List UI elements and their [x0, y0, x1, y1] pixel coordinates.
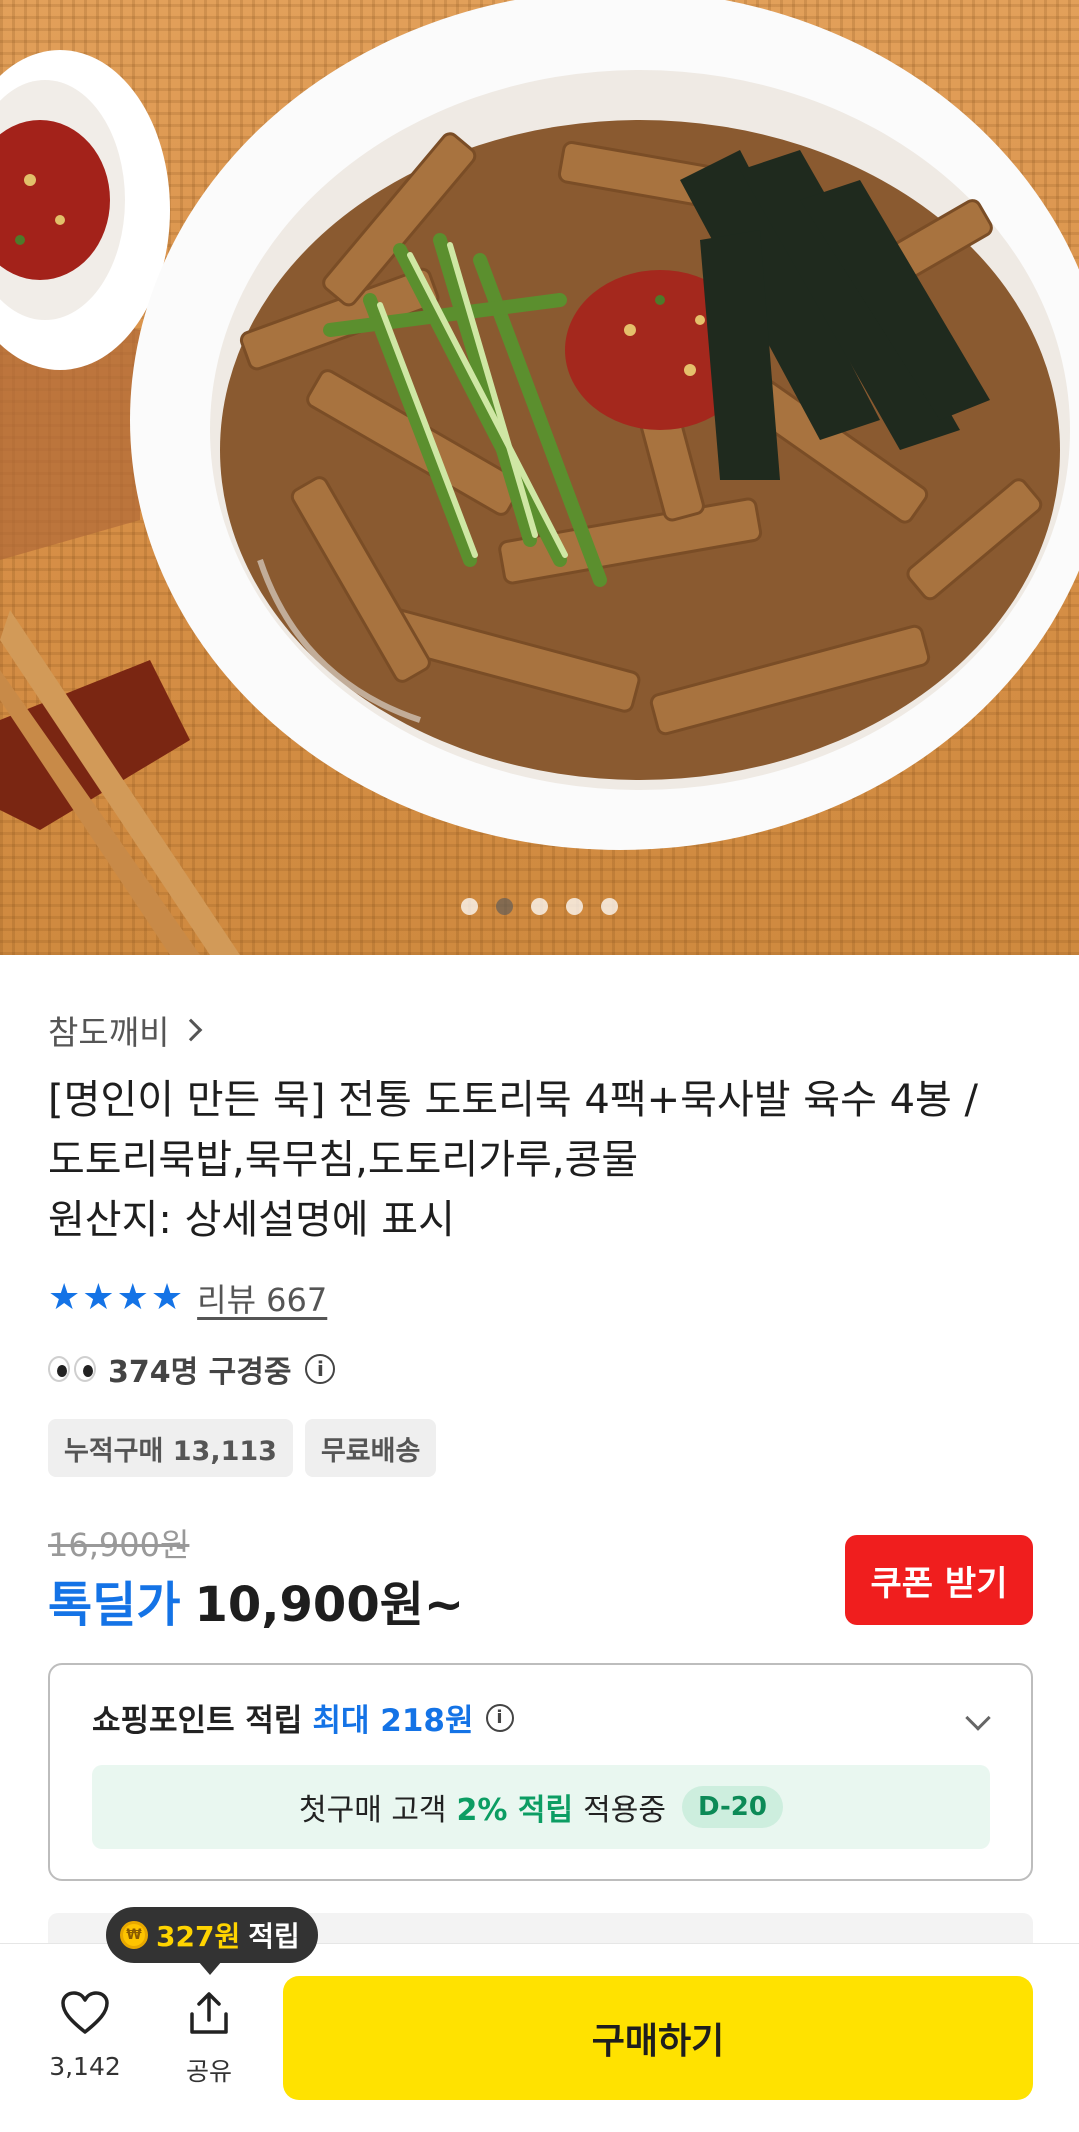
product-tags: 누적구매 13,113 무료배송 [48, 1419, 437, 1477]
tooltip-arrow [198, 1961, 222, 1975]
deal-label: 톡딜가 [48, 1577, 181, 1633]
chevron-right-icon [180, 1018, 203, 1042]
deal-price-row: 톡딜가 10,900원~ [48, 1565, 464, 1635]
product-title-line: [명인이 만든 묵] 전통 도토리묵 4팩+묵사발 육수 4봉 / [48, 1077, 979, 1123]
first-purchase-banner: 첫구매 고객 2% 적립 적용중 D-20 [92, 1765, 990, 1849]
eyes-icon [48, 1356, 96, 1382]
tag-cumulative-purchases: 누적구매 13,113 [48, 1419, 293, 1477]
carousel-dot[interactable] [601, 898, 618, 915]
viewer-count-label: 374명 구경중 [108, 1355, 292, 1390]
carousel-dot[interactable] [566, 898, 583, 915]
info-icon[interactable]: i [485, 1703, 514, 1732]
coupon-button[interactable]: 쿠폰 받기 [845, 1535, 1033, 1625]
carousel-indicator [0, 898, 1079, 915]
star-icon: ★ [116, 1277, 149, 1318]
tag-free-shipping: 무료배송 [304, 1419, 437, 1477]
product-title-line: 원산지: 상세설명에 표시 [48, 1197, 455, 1243]
reward-tooltip: ₩ 327원 적립 [106, 1907, 318, 1963]
banner-percent: 2% 적립 [456, 1793, 574, 1828]
share-icon [190, 1992, 228, 2034]
review-count-link[interactable]: 리뷰 667 [197, 1275, 327, 1321]
dday-badge: D-20 [681, 1786, 783, 1828]
product-hero-image[interactable] [0, 0, 1079, 955]
seller-link[interactable]: 참도깨비 [48, 1006, 203, 1054]
deal-price: 10,900원~ [194, 1577, 465, 1633]
points-header: 쇼핑포인트 적립 최대 218원 i [92, 1695, 514, 1740]
viewer-count: 374명 구경중 i [48, 1347, 336, 1391]
chevron-down-icon[interactable] [965, 1705, 991, 1731]
coin-icon: ₩ [120, 1921, 148, 1949]
reward-suffix: 적립 [248, 1920, 300, 1953]
points-max: 최대 218원 [312, 1703, 474, 1739]
product-title-line: 도토리묵밥,묵무침,도토리가루,콩물 [48, 1137, 639, 1183]
info-icon[interactable]: i [305, 1354, 336, 1384]
carousel-dot[interactable] [531, 898, 548, 915]
star-icon: ★ [150, 1277, 184, 1318]
seller-name: 참도깨비 [48, 1013, 170, 1052]
shopping-points-card[interactable]: 쇼핑포인트 적립 최대 218원 i 첫구매 고객 2% 적립 적용중 D-20 [48, 1663, 1033, 1881]
banner-suffix: 적용중 [583, 1793, 666, 1828]
carousel-dot[interactable] [461, 898, 478, 915]
points-title: 쇼핑포인트 적립 [92, 1703, 303, 1739]
like-button[interactable]: 3,142 [30, 1990, 140, 2081]
like-count: 3,142 [49, 2052, 121, 2081]
banner-prefix: 첫구매 고객 [299, 1793, 447, 1828]
heart-icon [61, 1991, 109, 2034]
share-button[interactable]: 공유 [154, 1990, 264, 2088]
star-icon: ★ [48, 1277, 81, 1318]
rating-row: ★ ★ ★ ★ 리뷰 667 [48, 1275, 327, 1321]
bottom-action-bar: 3,142 공유 구매하기 [0, 1943, 1079, 2132]
food-illustration [0, 0, 1079, 955]
product-title: [명인이 만든 묵] 전통 도토리묵 4팩+묵사발 육수 4봉 / 도토리묵밥,… [48, 1070, 1038, 1250]
buy-button[interactable]: 구매하기 [283, 1976, 1033, 2100]
share-label: 공유 [185, 2057, 232, 2086]
carousel-dot-active[interactable] [496, 898, 513, 915]
reward-amount: 327원 [156, 1920, 241, 1953]
star-icon: ★ [82, 1277, 115, 1318]
original-price: 16,900원 [48, 1526, 190, 1564]
rating-stars: ★ ★ ★ ★ [48, 1280, 183, 1316]
